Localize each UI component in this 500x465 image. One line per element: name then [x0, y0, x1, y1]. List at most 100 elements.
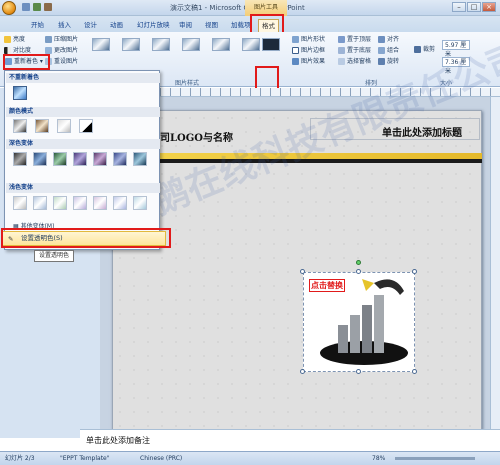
title-placeholder-text[interactable]: 单击此处添加标题 [382, 124, 462, 139]
light-variation-6[interactable] [113, 196, 127, 210]
rotate-button[interactable]: 旋转 [378, 56, 399, 65]
picture-style-3[interactable] [152, 38, 170, 51]
dark-variation-5[interactable] [93, 152, 107, 166]
notes-pane[interactable]: 单击此处添加备注 [80, 429, 500, 451]
resize-handle-nw[interactable] [300, 269, 305, 274]
no-recolor-swatch[interactable] [13, 86, 27, 100]
border-icon [292, 47, 299, 54]
no-recolor-heading: 不重新着色 [6, 73, 160, 83]
tab-insert[interactable]: 插入 [55, 19, 74, 32]
minimize-button[interactable]: – [452, 2, 466, 12]
arrange-label: 排列 [365, 80, 378, 87]
size-label: 大小 [440, 80, 453, 87]
light-variation-4[interactable] [73, 196, 87, 210]
selection-pane-icon [338, 58, 345, 65]
tab-animation[interactable]: 动画 [107, 19, 126, 32]
align-button[interactable]: 对齐 [378, 34, 399, 43]
shape-icon [292, 36, 299, 43]
picture-style-5[interactable] [212, 38, 230, 51]
dark-variation-7[interactable] [133, 152, 147, 166]
recolor-dropdown: 不重新着色 颜色模式 深色变体 浅色变体 ▦ 其他变体(M) [4, 70, 160, 250]
selection-pane-button[interactable]: 选择窗格 [338, 56, 371, 65]
color-modes-heading: 颜色模式 [6, 107, 160, 117]
light-variation-5[interactable] [93, 196, 107, 210]
dark-variation-6[interactable] [113, 152, 127, 166]
redo-icon[interactable] [44, 3, 52, 11]
brightness-button[interactable]: 亮度 [4, 34, 25, 43]
compress-icon [45, 36, 52, 43]
tooltip: 设置透明色 [34, 250, 74, 262]
dark-variation-3[interactable] [53, 152, 67, 166]
logo-text[interactable]: 司LOGO与名称 [160, 129, 233, 144]
dark-variation-1[interactable] [13, 152, 27, 166]
washout-swatch[interactable] [57, 119, 71, 133]
black-white-swatch[interactable] [79, 119, 93, 133]
crop-button[interactable]: 裁剪 [414, 44, 435, 53]
bring-front-icon [338, 36, 345, 43]
zoom-slider[interactable] [395, 457, 475, 460]
light-variation-1[interactable] [13, 196, 27, 210]
close-button[interactable]: × [482, 2, 496, 12]
picture-style-6[interactable] [242, 38, 260, 51]
picture-shape-button[interactable]: 图片形状 [292, 34, 325, 43]
light-variations-heading: 浅色变体 [6, 183, 160, 193]
replace-picture-label: 点击替换 [309, 279, 345, 292]
resize-handle-sw[interactable] [300, 369, 305, 374]
picture-styles-label: 图片样式 [175, 80, 200, 87]
grayscale-swatch[interactable] [13, 119, 27, 133]
picture-style-2[interactable] [122, 38, 140, 51]
effects-icon [292, 58, 299, 65]
contrast-icon [4, 47, 11, 54]
compress-picture-button[interactable]: 压缩图片 [45, 34, 78, 43]
tab-home[interactable]: 开始 [28, 19, 47, 32]
picture-style-7[interactable] [262, 38, 280, 51]
resize-handle-s[interactable] [356, 369, 361, 374]
resize-handle-n[interactable] [356, 269, 361, 274]
highlight-set-transparent [1, 228, 171, 248]
dark-variations-heading: 深色变体 [6, 139, 160, 149]
light-variation-3[interactable] [53, 196, 67, 210]
picture-style-4[interactable] [182, 38, 200, 51]
light-variation-2[interactable] [33, 196, 47, 210]
contrast-button[interactable]: 对比度 [4, 45, 31, 54]
theme-name: "EPPT Template" [60, 455, 110, 462]
sun-icon [4, 36, 11, 43]
slide-counter: 幻灯片 2/3 [5, 455, 35, 462]
picture-style-1[interactable] [92, 38, 110, 51]
rotate-handle[interactable] [356, 260, 361, 265]
undo-icon[interactable] [33, 3, 41, 11]
highlight-picture-style [255, 66, 279, 90]
maximize-button[interactable]: □ [467, 2, 481, 12]
rotate-icon [378, 58, 385, 65]
dark-variation-4[interactable] [73, 152, 87, 166]
tab-review[interactable]: 审阅 [176, 19, 195, 32]
language: Chinese (PRC) [140, 455, 183, 462]
picture-border-button[interactable]: 图片边框 [292, 45, 325, 54]
tab-slideshow[interactable]: 幻灯片放映 [134, 19, 173, 32]
change-picture-button[interactable]: 更改图片 [45, 45, 78, 54]
align-icon [378, 36, 385, 43]
header-line [112, 159, 482, 163]
change-picture-icon [45, 47, 52, 54]
height-input[interactable]: 5.97 厘米 [442, 40, 470, 58]
picture-effects-button[interactable]: 图片效果 [292, 56, 325, 65]
office-button[interactable] [2, 1, 16, 15]
send-to-back-button[interactable]: 置于底层 [338, 45, 371, 54]
crop-icon [414, 46, 421, 53]
resize-handle-ne[interactable] [412, 269, 417, 274]
send-back-icon [338, 47, 345, 54]
resize-handle-se[interactable] [412, 369, 417, 374]
group-icon [378, 47, 385, 54]
vertical-scrollbar[interactable] [490, 97, 500, 429]
dark-variation-2[interactable] [33, 152, 47, 166]
group-button[interactable]: 组合 [378, 45, 399, 54]
status-bar: 幻灯片 2/3 "EPPT Template" Chinese (PRC) 78… [0, 451, 500, 465]
sepia-swatch[interactable] [35, 119, 49, 133]
horizontal-ruler [100, 88, 500, 97]
save-icon[interactable] [22, 3, 30, 11]
bring-to-front-button[interactable]: 置于顶层 [338, 34, 371, 43]
width-input[interactable]: 7.36 厘米 [442, 57, 470, 75]
light-variation-7[interactable] [133, 196, 147, 210]
tab-view[interactable]: 视图 [202, 19, 221, 32]
tab-design[interactable]: 设计 [81, 19, 100, 32]
